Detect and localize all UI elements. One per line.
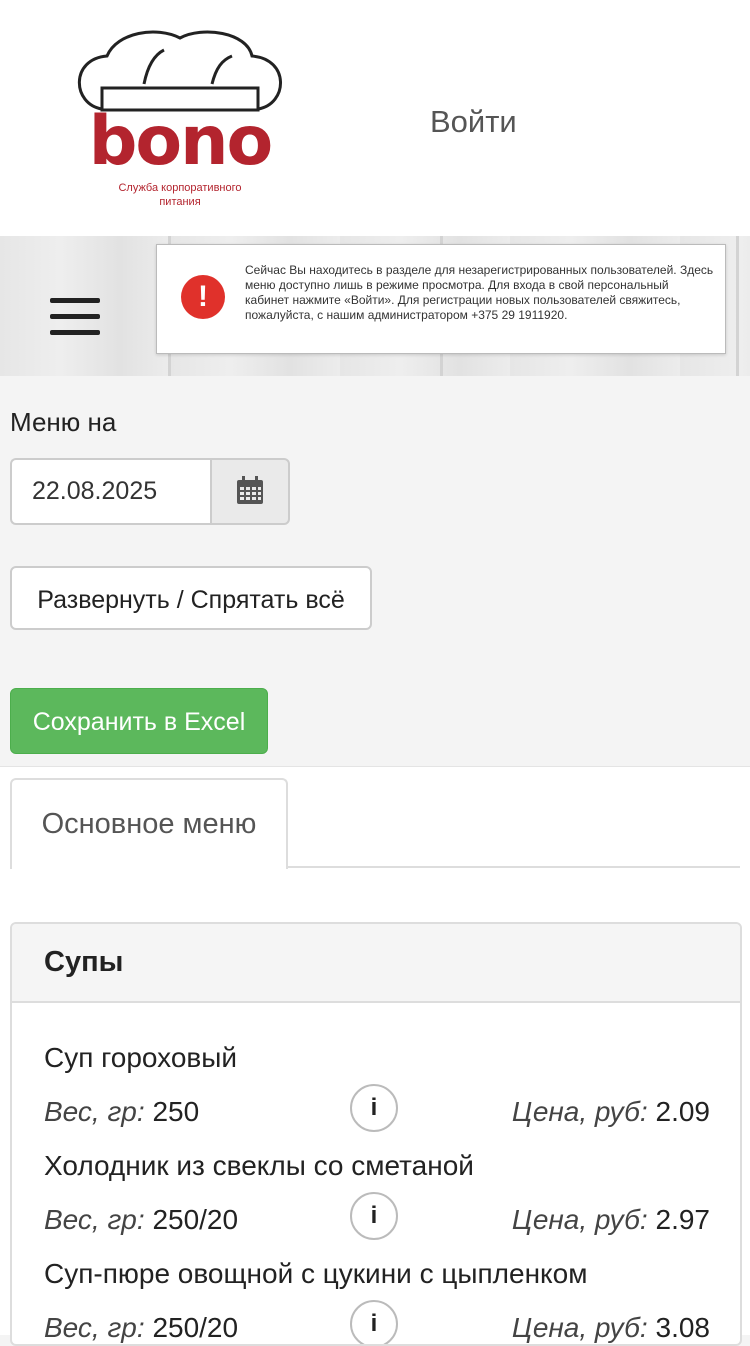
menu-date-label: Меню на bbox=[10, 407, 117, 437]
section-header[interactable]: Супы bbox=[12, 924, 740, 1003]
dish-name: Суп гороховый bbox=[44, 1042, 238, 1073]
dish-price: Цена, руб: 3.08 bbox=[512, 1312, 710, 1344]
dish-row: Суп гороховый Вес, гр: 250 i Цена, руб: … bbox=[12, 1042, 740, 1150]
wood-plank-divider bbox=[736, 236, 739, 376]
calendar-icon bbox=[237, 476, 263, 504]
unregistered-notice: ! Сейчас Вы находитесь в разделе для нез… bbox=[156, 244, 726, 354]
bono-logo[interactable]: bono Служба корпоративного питания bbox=[52, 24, 308, 214]
date-picker: 22.08.2025 bbox=[10, 458, 290, 525]
exclamation-icon: ! bbox=[181, 275, 225, 319]
dish-weight: Вес, гр: 250/20 bbox=[44, 1312, 238, 1344]
logo-subtitle-line2: питания bbox=[159, 196, 201, 208]
price-value: 3.08 bbox=[655, 1312, 711, 1343]
weight-label: Вес, гр: bbox=[44, 1204, 145, 1235]
notice-text: Сейчас Вы находитесь в разделе для незар… bbox=[245, 263, 714, 322]
dish-weight: Вес, гр: 250 bbox=[44, 1096, 199, 1128]
price-label: Цена, руб: bbox=[511, 1096, 648, 1127]
dish-weight: Вес, гр: 250/20 bbox=[44, 1204, 238, 1236]
dish-price: Цена, руб: 2.97 bbox=[512, 1204, 710, 1236]
info-button[interactable]: i bbox=[350, 1084, 398, 1132]
calendar-button[interactable] bbox=[210, 458, 290, 525]
section-title: Супы bbox=[44, 946, 124, 978]
dish-name: Суп-пюре овощной с цукини с цыпленком bbox=[44, 1258, 588, 1289]
weight-value: 250/20 bbox=[152, 1312, 239, 1343]
info-button[interactable]: i bbox=[350, 1192, 398, 1240]
header: bono Служба корпоративного питания Войти bbox=[0, 0, 750, 236]
section-panel-soups: Супы Суп гороховый Вес, гр: 250 i Цена, … bbox=[10, 922, 742, 1346]
price-label: Цена, руб: bbox=[511, 1204, 648, 1235]
dish-row: Холодник из свеклы со сметаной Вес, гр: … bbox=[12, 1150, 740, 1258]
info-button[interactable]: i bbox=[350, 1300, 398, 1344]
chef-hat-icon: bono bbox=[77, 30, 282, 181]
logo-wordmark: bono bbox=[89, 102, 272, 181]
weight-value: 250 bbox=[152, 1096, 200, 1127]
dish-price: Цена, руб: 2.09 bbox=[512, 1096, 710, 1128]
expand-collapse-all-button[interactable]: Развернуть / Спрятать всё bbox=[10, 566, 372, 630]
date-input[interactable]: 22.08.2025 bbox=[10, 458, 232, 525]
price-label: Цена, руб: bbox=[511, 1312, 648, 1343]
weight-label: Вес, гр: bbox=[44, 1312, 145, 1343]
price-value: 2.97 bbox=[655, 1204, 711, 1235]
hamburger-menu-button[interactable] bbox=[50, 296, 100, 338]
dish-name: Холодник из свеклы со сметаной bbox=[44, 1150, 474, 1181]
tab-main-menu[interactable]: Основное меню bbox=[10, 778, 288, 869]
login-link[interactable]: Войти bbox=[430, 104, 517, 140]
weight-label: Вес, гр: bbox=[44, 1096, 145, 1127]
weight-value: 250/20 bbox=[152, 1204, 239, 1235]
dish-row: Суп-пюре овощной с цукини с цыпленком Ве… bbox=[12, 1258, 740, 1344]
save-excel-button[interactable]: Сохранить в Excel bbox=[10, 688, 268, 754]
logo-subtitle-line1: Служба корпоративного bbox=[118, 182, 242, 194]
price-value: 2.09 bbox=[655, 1096, 711, 1127]
